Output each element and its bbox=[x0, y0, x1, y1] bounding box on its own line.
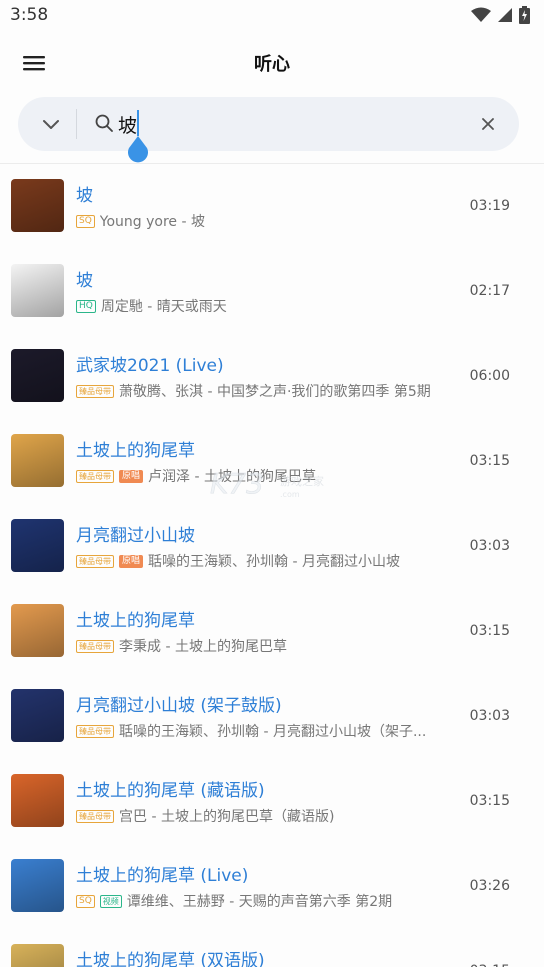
album-cover bbox=[11, 179, 64, 232]
song-artist-album: 周定馳 - 晴天或雨天 bbox=[100, 299, 227, 315]
song-meta: HQ 周定馳 - 晴天或雨天 bbox=[76, 296, 227, 316]
quality-badge: 视频 bbox=[99, 894, 122, 908]
song-duration: 03:19 bbox=[469, 198, 510, 214]
quality-badge: 臻品母带 bbox=[76, 639, 114, 653]
search-divider bbox=[76, 109, 77, 139]
song-meta: 臻品母带 萧敬腾、张淇 - 中国梦之声·我们的歌第四季 第5期 bbox=[76, 381, 431, 401]
song-row[interactable]: 土坡上的狗尾草 (藏语版) 臻品母带 宫巴 - 土坡上的狗尾巴草（藏语版) 03:15 bbox=[0, 759, 544, 844]
song-meta: 臻品母带 宫巴 - 土坡上的狗尾巴草（藏语版) bbox=[76, 806, 334, 826]
search-icon bbox=[95, 114, 113, 132]
album-cover bbox=[11, 434, 64, 487]
song-duration: 06:00 bbox=[469, 368, 510, 384]
song-duration: 03:15 bbox=[469, 453, 510, 469]
song-row[interactable]: 月亮翻过小山坡 (架子鼓版) 臻品母带 聒噪的王海颖、孙圳翰 - 月亮翻过小山坡（架… bbox=[0, 674, 544, 759]
wifi-icon bbox=[471, 7, 491, 22]
album-cover bbox=[11, 859, 64, 912]
song-row[interactable]: 月亮翻过小山坡臻品母带 原唱 聒噪的王海颖、孙圳翰 - 月亮翻过小山坡 03:03 bbox=[0, 504, 544, 589]
search-input[interactable] bbox=[118, 107, 458, 141]
song-duration: 02:17 bbox=[469, 283, 510, 299]
song-meta: 臻品母带 原唱 卢润泽 - 土坡上的狗尾巴草 bbox=[76, 466, 316, 486]
album-cover bbox=[11, 604, 64, 657]
search-bar bbox=[18, 97, 519, 151]
song-artist-album: 聒噪的王海颖、孙圳翰 - 月亮翻过小山坡（架子... bbox=[119, 724, 427, 740]
status-bar: 3:58 bbox=[0, 0, 544, 32]
quality-badge: HQ bbox=[76, 299, 96, 313]
song-artist-album: 宫巴 - 土坡上的狗尾巴草（藏语版) bbox=[119, 809, 335, 825]
song-title: 土坡上的狗尾草 (Live) bbox=[76, 866, 249, 886]
song-meta: 臻品母带 原唱 聒噪的王海颖、孙圳翰 - 月亮翻过小山坡 bbox=[76, 551, 400, 571]
cursor-handle[interactable] bbox=[125, 136, 151, 164]
song-title: 武家坡2021 (Live) bbox=[76, 356, 224, 376]
song-title: 月亮翻过小山坡 bbox=[76, 526, 195, 546]
chevron-down-icon bbox=[43, 120, 59, 129]
quality-badge: SQ bbox=[76, 214, 95, 228]
song-title: 坡 bbox=[76, 186, 93, 206]
search-type-dropdown[interactable] bbox=[38, 111, 64, 137]
album-cover bbox=[11, 689, 64, 742]
close-icon bbox=[482, 118, 494, 130]
song-title: 土坡上的狗尾草 (藏语版) bbox=[76, 781, 265, 801]
song-title: 月亮翻过小山坡 (架子鼓版) bbox=[76, 696, 282, 716]
quality-badge: 臻品母带 bbox=[76, 554, 114, 568]
song-row[interactable]: 土坡上的狗尾草臻品母带 李秉成 - 土坡上的狗尾巴草 03:15 bbox=[0, 589, 544, 674]
status-icons bbox=[471, 6, 530, 24]
song-meta: SQ Young yore - 坡 bbox=[76, 211, 205, 231]
page-title: 听心 bbox=[254, 54, 290, 75]
song-title: 坡 bbox=[76, 271, 93, 291]
quality-badge: 臻品母带 bbox=[76, 809, 114, 823]
album-cover bbox=[11, 519, 64, 572]
battery-icon bbox=[519, 6, 530, 24]
text-cursor bbox=[137, 110, 139, 136]
song-row[interactable]: 土坡上的狗尾草臻品母带 原唱 卢润泽 - 土坡上的狗尾巴草 03:15 bbox=[0, 419, 544, 504]
song-duration: 03:15 bbox=[469, 623, 510, 639]
song-artist-album: 谭维维、王赫野 - 天赐的声音第六季 第2期 bbox=[126, 894, 393, 910]
quality-badge: 原唱 bbox=[119, 554, 144, 568]
song-artist-album: 萧敬腾、张淇 - 中国梦之声·我们的歌第四季 第5期 bbox=[119, 384, 431, 400]
song-title: 土坡上的狗尾草 (双语版) bbox=[76, 951, 265, 967]
song-artist-album: 卢润泽 - 土坡上的狗尾巴草 bbox=[148, 469, 316, 485]
status-time: 3:58 bbox=[10, 5, 49, 25]
quality-badge: 臻品母带 bbox=[76, 469, 114, 483]
album-cover bbox=[11, 774, 64, 827]
song-artist-album: 聒噪的王海颖、孙圳翰 - 月亮翻过小山坡 bbox=[148, 554, 400, 570]
song-row[interactable]: 武家坡2021 (Live) 臻品母带 萧敬腾、张淇 - 中国梦之声·我们的歌第四季… bbox=[0, 334, 544, 419]
album-cover bbox=[11, 349, 64, 402]
quality-badge: 臻品母带 bbox=[76, 724, 114, 738]
song-meta: 臻品母带 聒噪的王海颖、孙圳翰 - 月亮翻过小山坡（架子... bbox=[76, 721, 426, 741]
song-artist-album: 李秉成 - 土坡上的狗尾巴草 bbox=[119, 639, 287, 655]
song-duration: 03:26 bbox=[469, 878, 510, 894]
song-title: 土坡上的狗尾草 bbox=[76, 611, 195, 631]
song-duration: 03:15 bbox=[469, 793, 510, 809]
song-meta: 臻品母带 李秉成 - 土坡上的狗尾巴草 bbox=[76, 636, 287, 656]
song-row[interactable]: 土坡上的狗尾草 (双语版) 03:15 bbox=[0, 929, 544, 967]
album-cover bbox=[11, 264, 64, 317]
song-row[interactable]: 坡 HQ 周定馳 - 晴天或雨天 02:17 bbox=[0, 249, 544, 334]
song-duration: 03:15 bbox=[470, 963, 510, 967]
song-meta: SQ 视频 谭维维、王赫野 - 天赐的声音第六季 第2期 bbox=[76, 891, 392, 911]
quality-badge: 臻品母带 bbox=[76, 384, 114, 398]
song-artist-album: Young yore - 坡 bbox=[99, 214, 206, 230]
song-title: 土坡上的狗尾草 bbox=[76, 441, 195, 461]
song-duration: 03:03 bbox=[469, 538, 510, 554]
quality-badge: SQ bbox=[76, 894, 95, 908]
clear-search-button[interactable] bbox=[477, 113, 499, 135]
song-row[interactable]: 坡 SQ Young yore - 坡 03:19 bbox=[0, 164, 544, 249]
album-cover bbox=[11, 944, 64, 967]
signal-icon bbox=[498, 8, 512, 22]
song-duration: 03:03 bbox=[469, 708, 510, 724]
song-row[interactable]: 土坡上的狗尾草 (Live) SQ 视频 谭维维、王赫野 - 天赐的声音第六季 第2期… bbox=[0, 844, 544, 929]
quality-badge: 原唱 bbox=[119, 469, 144, 483]
song-list: 坡 SQ Young yore - 坡 03:19 坡 HQ 周定馳 - 晴天或雨天 02:1… bbox=[0, 164, 544, 967]
app-bar: 听心 bbox=[0, 36, 544, 92]
